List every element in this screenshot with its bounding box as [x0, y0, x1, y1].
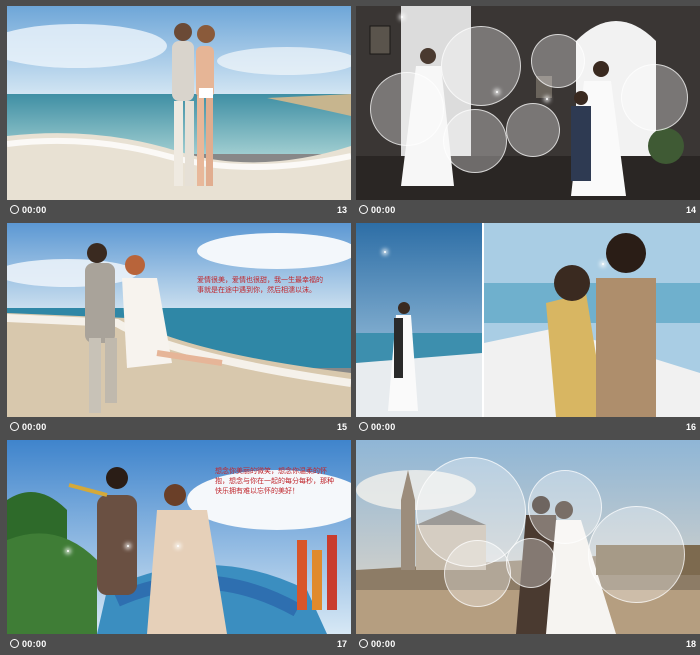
slide-number: 17: [336, 639, 347, 649]
beach-couple-photo: [7, 6, 351, 200]
sparkle: [401, 16, 403, 18]
clock-icon: [10, 639, 19, 648]
slide-footer: 00:00 13: [7, 200, 351, 221]
decorative-bubble: [443, 109, 507, 173]
timing-label: 00:00: [359, 205, 396, 215]
slide-preview: 想念你美丽的微笑，想念你温柔的怀抱，想念与你在一起的每分每秒，那种快乐拥有难以忘…: [7, 440, 351, 634]
timing-label: 00:00: [10, 205, 47, 215]
sparkle: [546, 98, 548, 100]
decorative-bubble: [370, 72, 444, 146]
slide-preview: [356, 6, 700, 200]
slide-preview: 爱情很美，爱情也很甜，我一生最幸福的事就是在途中遇到你，然后相濡以沫。: [7, 223, 351, 417]
sparkle: [67, 550, 69, 552]
slide-number: 13: [336, 205, 347, 215]
sparkle: [496, 91, 498, 93]
clock-icon: [10, 205, 19, 214]
sparkle: [384, 251, 386, 253]
clock-icon: [10, 422, 19, 431]
slide-thumbnail-16[interactable]: 00:00 16: [356, 223, 700, 438]
sparkle: [177, 545, 179, 547]
slide-preview: [7, 6, 351, 200]
clock-icon: [359, 639, 368, 648]
decorative-bubble: [506, 538, 556, 588]
slide-number: 18: [685, 639, 696, 649]
slide-caption: 想念你美丽的微笑，想念你温柔的怀抱，想念与你在一起的每分每秒，那种快乐拥有难以忘…: [215, 468, 334, 495]
clock-icon: [359, 422, 368, 431]
sparkle: [602, 263, 604, 265]
yacht-couple-photo: [356, 223, 700, 417]
slide-footer: 00:00 15: [7, 417, 351, 438]
decorative-bubble: [588, 506, 685, 603]
clock-icon: [359, 205, 368, 214]
slide-footer: 00:00 17: [7, 634, 351, 655]
slide-thumbnail-13[interactable]: 00:00 13: [7, 6, 351, 221]
sparkle: [127, 545, 129, 547]
beach-running-photo: [7, 223, 351, 417]
slide-preview: [356, 223, 700, 417]
timing-label: 00:00: [359, 639, 396, 649]
decorative-bubble: [528, 470, 602, 544]
decorative-bubble: [441, 26, 521, 106]
slide-preview: [356, 440, 700, 634]
decorative-bubble: [531, 34, 585, 88]
slide-number: 16: [685, 422, 696, 432]
slide-thumbnail-18[interactable]: 00:00 18: [356, 440, 700, 655]
slide-thumbnail-17[interactable]: 想念你美丽的微笑，想念你温柔的怀抱，想念与你在一起的每分每秒，那种快乐拥有难以忘…: [7, 440, 351, 655]
slide-thumbnail-15[interactable]: 爱情很美，爱情也很甜，我一生最幸福的事就是在途中遇到你，然后相濡以沫。 00:0…: [7, 223, 351, 438]
timing-label: 00:00: [10, 639, 47, 649]
slide-footer: 00:00 18: [356, 634, 700, 655]
slide-thumbnail-14[interactable]: 00:00 14: [356, 6, 700, 221]
decorative-bubble: [444, 540, 511, 607]
slide-number: 14: [685, 205, 696, 215]
slide-caption: 爱情很美，爱情也很甜，我一生最幸福的事就是在途中遇到你，然后相濡以沫。: [197, 277, 323, 294]
decorative-bubble: [621, 64, 688, 131]
slide-footer: 00:00 14: [356, 200, 700, 221]
decorative-bubble: [506, 103, 560, 157]
timing-label: 00:00: [359, 422, 396, 432]
slide-footer: 00:00 16: [356, 417, 700, 438]
slide-number: 15: [336, 422, 347, 432]
timing-label: 00:00: [10, 422, 47, 432]
